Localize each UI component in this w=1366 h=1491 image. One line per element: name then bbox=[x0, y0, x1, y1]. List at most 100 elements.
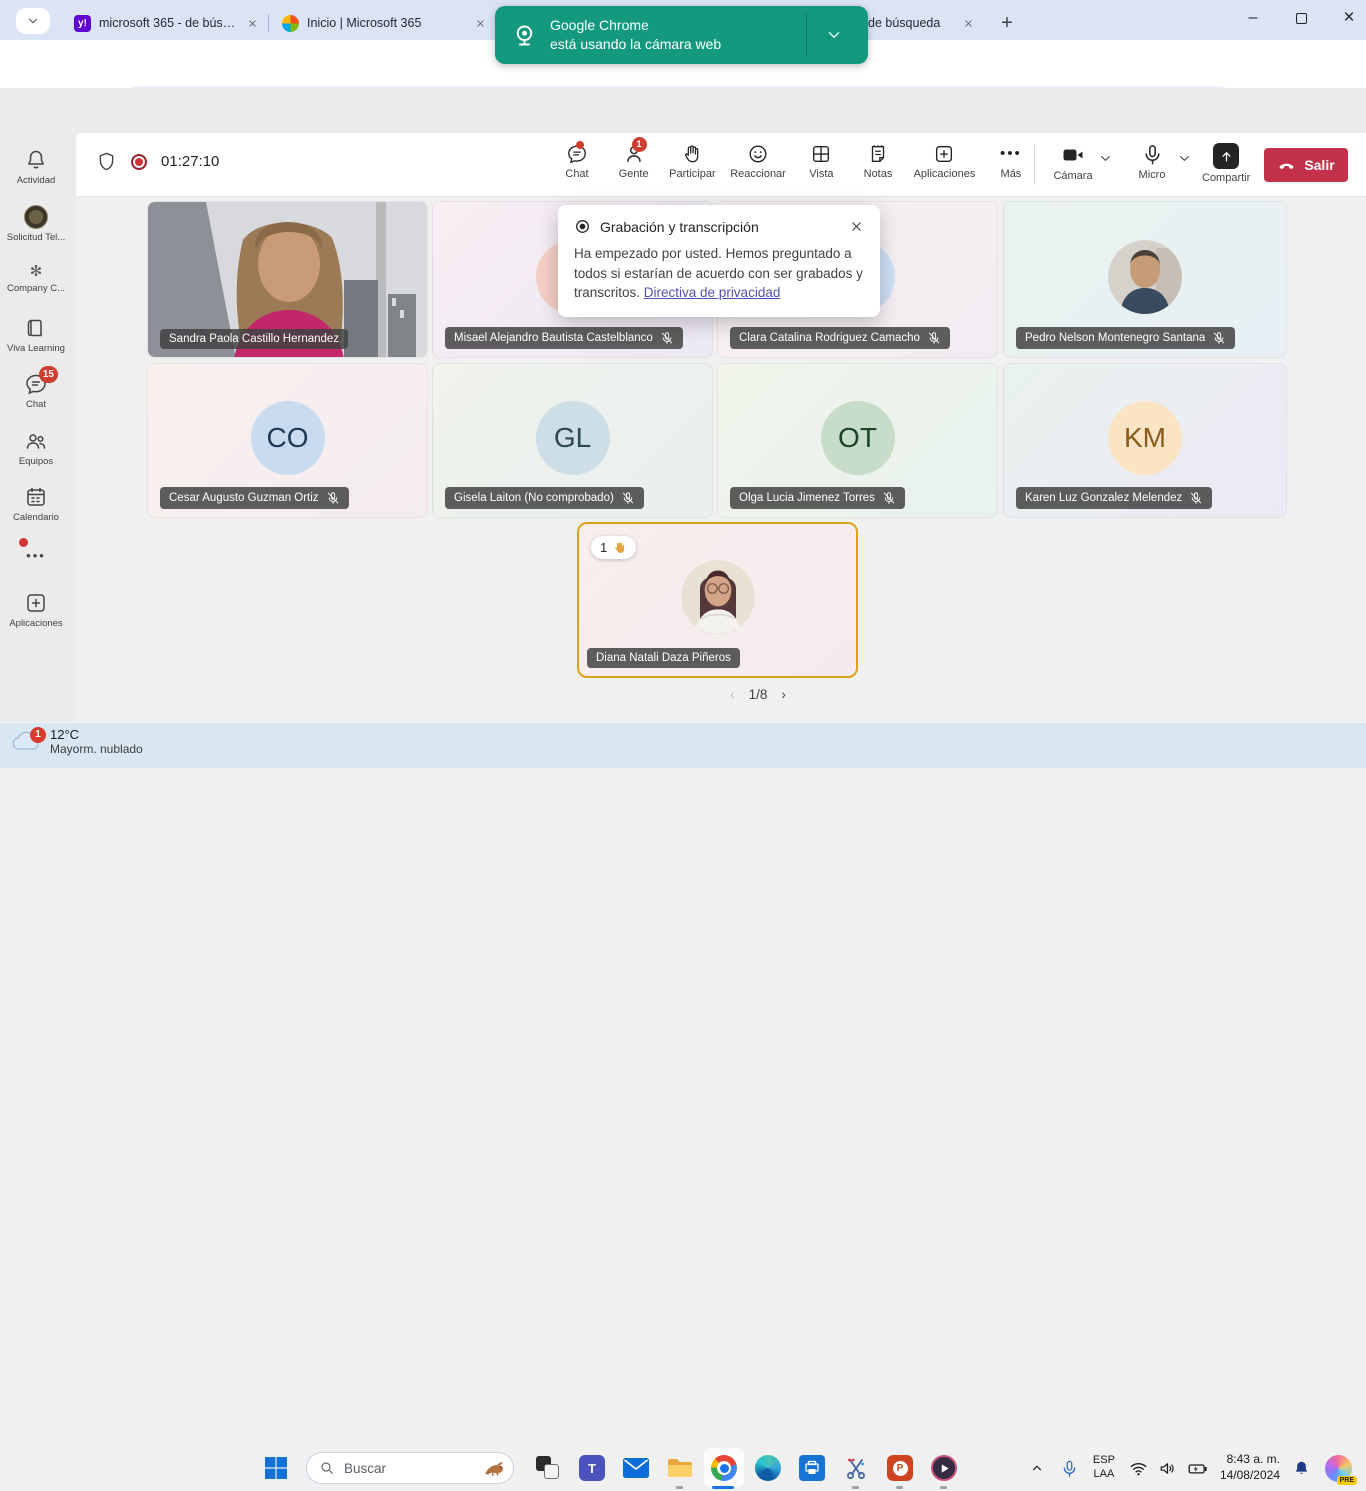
camera-toggle-button[interactable]: Cámara bbox=[1052, 143, 1094, 182]
participant-tile-olga[interactable]: OT Olga Lucia Jimenez Torres bbox=[717, 363, 998, 518]
participant-name-label: Olga Lucia Jimenez Torres bbox=[730, 487, 905, 509]
page-prev-icon[interactable]: ‹ bbox=[730, 687, 735, 702]
sidebar-item-viva-learning[interactable]: Viva Learning bbox=[0, 316, 72, 354]
sidebar-item-calendario[interactable]: Calendario bbox=[0, 485, 72, 523]
calendar-icon bbox=[24, 485, 48, 509]
meeting-timer: 01:27:10 bbox=[161, 153, 219, 170]
taskbar-search-input[interactable]: Buscar bbox=[306, 1452, 514, 1484]
participant-tile-pedro[interactable]: Pedro Nelson Montenegro Santana bbox=[1003, 201, 1287, 358]
mic-muted-icon bbox=[882, 491, 896, 505]
participant-name-label: Sandra Paola Castillo Hernandez bbox=[160, 329, 348, 349]
more-apps-alert-dot bbox=[19, 538, 28, 547]
notification-app-name: Google Chrome bbox=[550, 16, 721, 35]
participant-tile-gisela[interactable]: GL Gisela Laiton (No comprobado) bbox=[432, 363, 713, 518]
sidebar-item-more[interactable]: ••• bbox=[0, 548, 72, 563]
battery-icon[interactable] bbox=[1187, 1458, 1208, 1479]
windows-taskbar: 1 12°C Mayorm. nublado Buscar T bbox=[0, 722, 1366, 768]
taskbar-edge-icon[interactable] bbox=[754, 1454, 782, 1482]
copilot-icon[interactable]: PRE bbox=[1325, 1455, 1352, 1482]
tab-list-button[interactable] bbox=[16, 8, 50, 34]
leave-meeting-button[interactable]: Salir bbox=[1264, 148, 1348, 182]
copilot-pre-badge: PRE bbox=[1337, 1476, 1357, 1485]
temperature: 12°C bbox=[50, 727, 143, 742]
mic-toggle-button[interactable]: Micro bbox=[1131, 143, 1173, 181]
taskbar-file-explorer-icon[interactable] bbox=[666, 1454, 694, 1482]
tab-close-icon[interactable] bbox=[472, 15, 488, 31]
taskbar-media-player-icon[interactable] bbox=[930, 1454, 958, 1482]
camera-usage-notification[interactable]: Google Chrome está usando la cámara web bbox=[495, 6, 868, 64]
share-button[interactable]: Compartir bbox=[1202, 143, 1250, 184]
toolbar-notas-button[interactable]: Notas bbox=[857, 143, 899, 180]
running-indicator bbox=[940, 1486, 947, 1489]
window-maximize-button[interactable] bbox=[1290, 4, 1312, 32]
toolbar-aplicaciones-button[interactable]: Aplicaciones bbox=[914, 143, 976, 180]
toolbar-divider bbox=[1034, 145, 1035, 185]
notification-expand-icon[interactable] bbox=[825, 26, 843, 44]
chat-alert-dot bbox=[576, 141, 584, 149]
tray-date: 14/08/2024 bbox=[1220, 1468, 1280, 1484]
people-icon bbox=[24, 429, 48, 453]
start-button[interactable] bbox=[262, 1454, 290, 1482]
org-app-icon bbox=[24, 205, 48, 229]
security-shield-icon[interactable] bbox=[96, 151, 117, 172]
page-next-icon[interactable]: › bbox=[781, 687, 786, 702]
company-app-icon: ✻ bbox=[30, 262, 43, 280]
participant-tile-diana-active[interactable]: 1 Diana Natali Daza Piñeros bbox=[577, 522, 858, 678]
toolbar-chat-button[interactable]: Chat bbox=[556, 143, 598, 180]
mic-options-chevron[interactable] bbox=[1177, 151, 1192, 166]
taskbar-teams-icon[interactable]: T bbox=[578, 1454, 606, 1482]
toolbar-participar-button[interactable]: Participar bbox=[669, 143, 715, 180]
tab-close-icon[interactable] bbox=[244, 15, 260, 31]
tab-title: microsoft 365 - de búsqueda bbox=[99, 16, 236, 30]
toolbar-gente-button[interactable]: 1 Gente bbox=[613, 143, 655, 180]
clock-widget[interactable]: 8:43 a. m. 14/08/2024 bbox=[1220, 1452, 1280, 1483]
sidebar-item-actividad[interactable]: Actividad bbox=[0, 148, 72, 186]
sidebar-item-solicitud[interactable]: Solicitud Tel... bbox=[0, 205, 72, 243]
mic-muted-icon bbox=[927, 331, 941, 345]
tab-close-icon[interactable] bbox=[960, 15, 976, 31]
taskbar-snipping-tool-icon[interactable] bbox=[842, 1454, 870, 1482]
taskbar-powerpoint-icon[interactable]: P bbox=[886, 1454, 914, 1482]
notification-divider bbox=[806, 14, 807, 56]
camera-options-chevron[interactable] bbox=[1098, 151, 1113, 166]
record-icon bbox=[574, 218, 591, 235]
sidebar-item-equipos[interactable]: Equipos bbox=[0, 429, 72, 467]
sidebar-item-chat[interactable]: 15 Chat bbox=[0, 372, 72, 410]
taskbar-mail-icon[interactable] bbox=[622, 1454, 650, 1482]
raise-hand-icon bbox=[681, 143, 703, 165]
browser-tab-2[interactable]: Inicio | Microsoft 365 bbox=[272, 6, 496, 40]
mic-muted-icon bbox=[660, 331, 674, 345]
toolbar-mas-button[interactable]: ••• Más bbox=[990, 143, 1032, 180]
avatar-initials: CO bbox=[251, 401, 325, 475]
taskbar-chrome-icon[interactable] bbox=[710, 1454, 738, 1482]
sidebar-item-company[interactable]: ✻ Company C... bbox=[0, 262, 72, 294]
book-icon bbox=[24, 316, 48, 340]
toolbar-reaccionar-button[interactable]: Reaccionar bbox=[730, 143, 786, 180]
search-placeholder: Buscar bbox=[344, 1461, 473, 1476]
sidebar-item-aplicaciones[interactable]: Aplicaciones bbox=[0, 591, 72, 629]
wifi-icon[interactable] bbox=[1129, 1459, 1148, 1478]
window-close-button[interactable]: × bbox=[1338, 4, 1360, 32]
browser-tab-1[interactable]: y! microsoft 365 - de búsqueda bbox=[64, 6, 268, 40]
participant-tile-cesar[interactable]: CO Cesar Augusto Guzman Ortiz bbox=[147, 363, 428, 518]
weather-widget[interactable]: 1 12°C Mayorm. nublado bbox=[10, 727, 143, 756]
mic-muted-icon bbox=[1189, 491, 1203, 505]
hang-up-icon bbox=[1277, 156, 1296, 175]
tray-mic-icon[interactable] bbox=[1060, 1459, 1079, 1478]
window-minimize-button[interactable]: – bbox=[1242, 4, 1264, 32]
volume-icon[interactable] bbox=[1158, 1459, 1177, 1478]
notification-bell-icon[interactable] bbox=[1292, 1459, 1311, 1478]
toolbar-vista-button[interactable]: Vista bbox=[800, 143, 842, 180]
tab-separator bbox=[268, 14, 269, 32]
view-grid-icon bbox=[810, 143, 832, 165]
participant-tile-karen[interactable]: KM Karen Luz Gonzalez Melendez bbox=[1003, 363, 1287, 518]
privacy-policy-link[interactable]: Directiva de privacidad bbox=[644, 285, 781, 300]
participant-tile-sandra[interactable]: Sandra Paola Castillo Hernandez bbox=[147, 201, 428, 358]
taskbar-scanner-app-icon[interactable] bbox=[798, 1454, 826, 1482]
new-tab-button[interactable]: + bbox=[994, 10, 1020, 36]
popup-close-icon[interactable] bbox=[849, 219, 864, 234]
raised-hand-icon bbox=[612, 540, 627, 555]
language-indicator[interactable]: ESP LAA bbox=[1093, 1454, 1115, 1482]
task-view-button[interactable] bbox=[534, 1454, 562, 1482]
tray-overflow-chevron[interactable] bbox=[1030, 1461, 1044, 1475]
